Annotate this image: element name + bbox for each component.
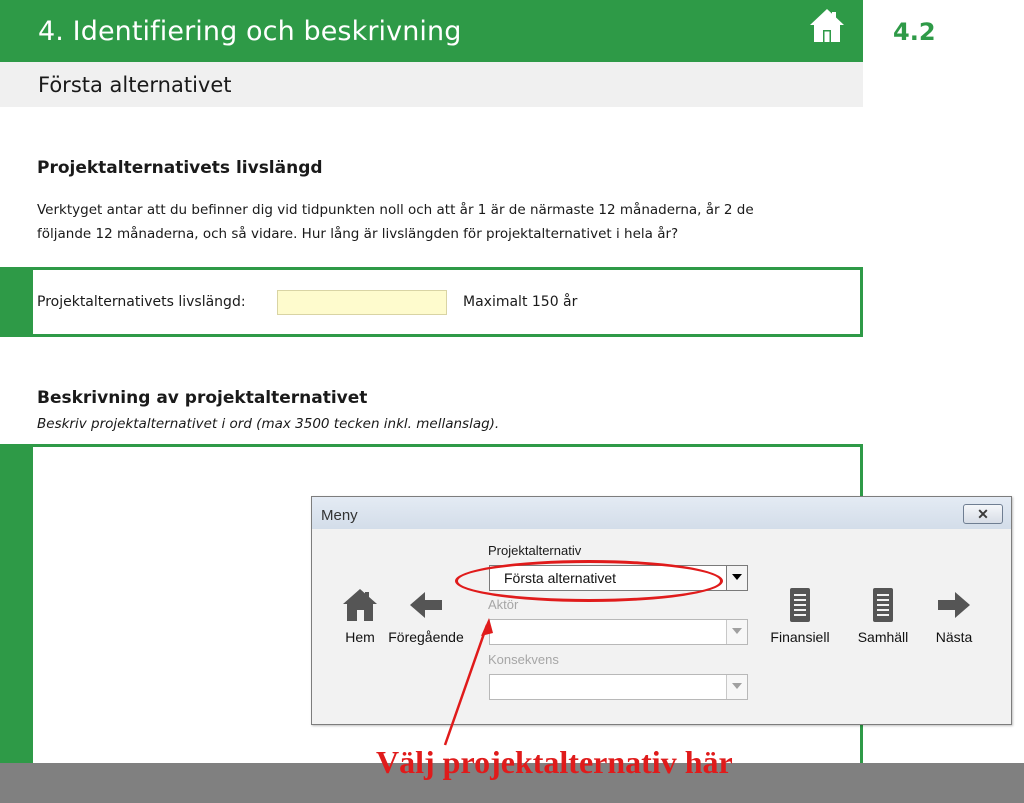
arrow-left-icon xyxy=(410,592,442,618)
page-header: 4. Identifiering och beskrivning xyxy=(0,0,863,62)
close-icon: ✕ xyxy=(977,506,989,522)
document-icon xyxy=(873,588,893,622)
lifespan-input[interactable] xyxy=(277,290,447,315)
consequence-label: Konsekvens xyxy=(488,652,559,667)
home-icon[interactable] xyxy=(807,6,847,46)
home-icon xyxy=(343,589,377,621)
project-select[interactable]: Första alternativet xyxy=(489,565,748,591)
lifespan-field-label: Projektalternativets livslängd: xyxy=(37,294,246,310)
document-icon xyxy=(790,588,810,622)
intro-text-line-1: Verktyget antar att du befinner dig vid … xyxy=(37,202,754,218)
actor-select[interactable] xyxy=(489,619,748,645)
actor-label: Aktör xyxy=(488,597,519,612)
next-label: Nästa xyxy=(935,629,973,645)
intro-text-line-2: följande 12 månaderna, och så vidare. Hu… xyxy=(37,226,679,242)
dialog-titlebar: Meny ✕ xyxy=(312,497,1011,529)
chevron-down-icon xyxy=(732,574,742,580)
annotation-text: Välj projektalternativ här xyxy=(376,744,733,780)
close-button[interactable]: ✕ xyxy=(963,504,1003,524)
financial-button[interactable]: Finansiell xyxy=(765,587,835,657)
home-button[interactable]: Hem xyxy=(325,587,395,657)
next-button[interactable]: Nästa xyxy=(919,587,989,657)
previous-button[interactable]: Föregående xyxy=(388,587,464,657)
page-title: 4. Identifiering och beskrivning xyxy=(38,16,462,47)
subheader-bar: Första alternativet xyxy=(0,62,863,107)
lifespan-side-bar xyxy=(0,267,33,337)
societal-button[interactable]: Samhäll xyxy=(848,587,918,657)
arrow-right-icon xyxy=(938,592,970,618)
alternative-title: Första alternativet xyxy=(38,73,232,97)
chevron-down-icon xyxy=(732,683,742,689)
description-subheading: Beskriv projektalternativet i ord (max 3… xyxy=(37,416,500,432)
max-note: Maximalt 150 år xyxy=(463,294,578,310)
chevron-down-icon xyxy=(732,628,742,634)
previous-label: Föregående xyxy=(388,629,464,645)
financial-label: Finansiell xyxy=(770,629,830,645)
section-number: 4.2 xyxy=(893,18,936,46)
consequence-select[interactable] xyxy=(489,674,748,700)
actor-dropdown-button[interactable] xyxy=(726,620,747,644)
description-heading: Beskrivning av projektalternativet xyxy=(37,388,368,408)
project-label: Projektalternativ xyxy=(488,543,582,558)
menu-dialog: Meny ✕ Hem Föregående Projektalternativ … xyxy=(311,496,1012,725)
project-selected-value: Första alternativet xyxy=(504,570,617,586)
lifespan-heading: Projektalternativets livslängd xyxy=(37,158,323,178)
description-side-bar xyxy=(0,444,33,764)
dialog-title: Meny xyxy=(321,507,358,524)
project-dropdown-button[interactable] xyxy=(726,566,747,590)
consequence-dropdown-button[interactable] xyxy=(726,675,747,699)
